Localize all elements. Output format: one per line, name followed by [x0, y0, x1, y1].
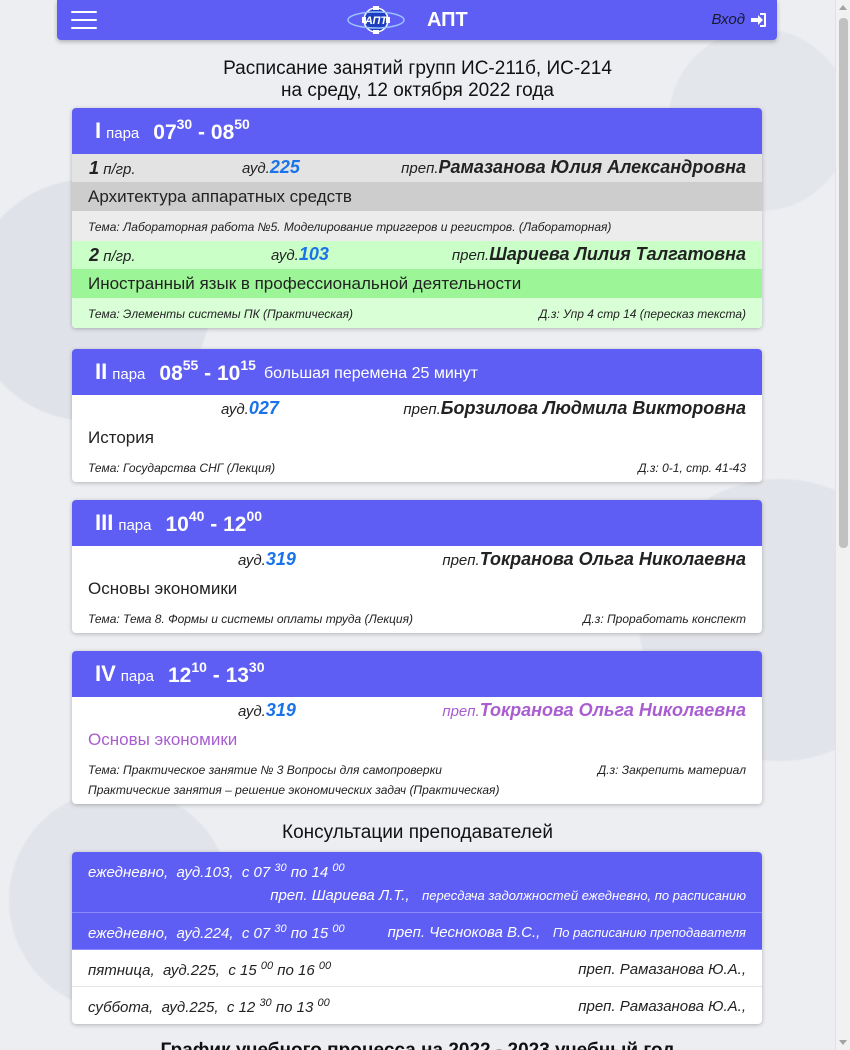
room-info: ауд.027 — [221, 398, 279, 418]
pair-number: I — [95, 118, 102, 143]
scroll-up-icon[interactable] — [839, 5, 847, 10]
room-info: ауд.103 — [271, 244, 329, 264]
schedule-process-title: График учебного процесса на 2022 - 2023 … — [0, 1040, 835, 1050]
pair-card-3: III пара 1040 - 1200 ауд.319 преп.Токран… — [72, 500, 762, 633]
teacher-info: преп.Борзилова Людмила Викторовна — [403, 398, 746, 418]
consultation-row: пятница, ауд.225, с 15 00 по 16 00 преп.… — [72, 950, 762, 987]
consultation-time: ежедневно, ауд.224, с 07 30 по 15 00 — [88, 923, 345, 942]
pair-number: IV — [95, 661, 116, 686]
pair-time: 0855 - 1015 — [159, 356, 256, 385]
topic-text: Тема: Государства СНГ (Лекция) — [88, 461, 276, 475]
homework-text: Д.з: Закрепить материал — [597, 763, 746, 777]
consultation-time: суббота, ауд.225, с 12 30 по 13 00 — [88, 997, 330, 1016]
teacher-info: преп.Токранова Ольга Николаевна — [442, 549, 746, 569]
room-link[interactable]: 103 — [299, 244, 329, 264]
schedule-date: на среду, 12 октября 2022 года — [281, 80, 554, 101]
subject-name: Иностранный язык в профессиональной деят… — [72, 269, 762, 298]
teacher-name[interactable]: Борзилова Людмила Викторовна — [441, 398, 746, 418]
scrollbar-thumb[interactable] — [839, 18, 848, 548]
pair-time: 1210 - 1330 — [167, 658, 265, 687]
topic-text: Тема: Элементы системы ПК (Практическая) — [88, 307, 354, 321]
homework-text: Д.з: Проработать конспект — [582, 612, 746, 626]
teacher-info: преп.Рамазанова Юлия Александровна — [401, 157, 746, 177]
pair-label: пара — [112, 365, 146, 383]
lesson-info-row: ауд.319 преп.Токранова Ольга Николаевна — [72, 546, 762, 574]
sign-in-icon — [751, 12, 766, 27]
room-link[interactable]: 027 — [249, 398, 279, 418]
subgroup-row: 2 п/гр. ауд.103 преп.Шариева Лилия Талга… — [72, 241, 762, 269]
pair-number: II — [95, 359, 108, 384]
logo-text: АПТ — [364, 15, 389, 27]
room-info: ауд.319 — [238, 549, 296, 569]
topic-row: Тема: Элементы системы ПК (Практическая)… — [72, 298, 762, 328]
teacher-name[interactable]: Токранова Ольга Николаевна — [480, 700, 746, 720]
pair-label: пара — [106, 124, 140, 142]
topic-row: Тема: Практическое занятие № 3 Вопросы д… — [72, 754, 762, 804]
topic-text: Тема: Лабораторная работа №5. Моделирова… — [88, 220, 612, 234]
pair-time: 1040 - 1200 — [165, 507, 263, 536]
room-link[interactable]: 319 — [266, 700, 296, 720]
consultation-teacher: преп. Чеснокова В.С., По расписанию преп… — [387, 924, 746, 941]
page-scrollbar[interactable] — [835, 0, 850, 1050]
consultation-row: суббота, ауд.225, с 12 30 по 13 00 преп.… — [72, 987, 762, 1024]
pair-number: III — [95, 510, 114, 535]
subject-name: История — [88, 428, 154, 447]
consultation-time: пятница, ауд.225, с 15 00 по 16 00 — [88, 960, 332, 979]
homework-text: Д.з: Упр 4 стр 14 (пересказ текста) — [539, 307, 746, 321]
homework-text: Д.з: 0-1, стр. 41-43 — [638, 461, 746, 475]
pair-card-2: II пара 0855 - 1015 большая перемена 25 … — [72, 349, 762, 482]
topic-row: Тема: Тема 8. Формы и системы оплаты тру… — [72, 603, 762, 633]
topic-row: Тема: Лабораторная работа №5. Моделирова… — [72, 211, 762, 241]
pair-card-4: IV пара 1210 - 1330 ауд.319 преп.Токрано… — [72, 651, 762, 804]
room-info: ауд.225 — [242, 157, 300, 177]
pair-header: III пара 1040 - 1200 — [72, 500, 762, 546]
teacher-name[interactable]: Шариева Лилия Талгатовна — [489, 244, 746, 264]
pair-label: пара — [118, 516, 152, 534]
consultations-title: Консультации преподавателей — [282, 822, 553, 843]
teacher-name[interactable]: Рамазанова Юлия Александровна — [439, 157, 746, 177]
apt-logo-icon[interactable]: АПТ — [347, 6, 405, 34]
subgroup-label: 2 п/гр. — [89, 245, 136, 265]
consultation-row: ежедневно, ауд.103, с 07 30 по 14 00 пре… — [72, 852, 762, 913]
room-info: ауд.319 — [238, 700, 296, 720]
pair-time: 0730 - 0850 — [153, 115, 250, 144]
login-label: Вход — [711, 11, 745, 28]
menu-burger-icon[interactable] — [71, 11, 97, 29]
lesson-info-row: ауд.027 преп.Борзилова Людмила Викторовн… — [72, 395, 762, 423]
teacher-name[interactable]: Токранова Ольга Николаевна — [480, 549, 746, 569]
pair-header: I пара 0730 - 0850 — [72, 108, 762, 154]
lesson-info-row: ауд.319 преп.Токранова Ольга Николаевна — [72, 697, 762, 725]
subject-name: Архитектура аппаратных средств — [72, 182, 762, 211]
schedule-title: Расписание занятий групп ИС-211б, ИС-214 — [223, 58, 612, 79]
consultation-teacher: преп. Рамазанова Ю.А., — [578, 961, 746, 978]
brand-title[interactable]: АПТ — [427, 9, 468, 32]
topic-text: Тема: Практическое занятие № 3 Вопросы д… — [88, 763, 442, 777]
teacher-info: преп.Токранова Ольга Николаевна — [442, 700, 746, 720]
pair-label: пара — [120, 667, 154, 685]
subgroup-label: 1 п/гр. — [89, 158, 136, 178]
break-note: большая перемена 25 минут — [263, 365, 478, 382]
pair-header: IV пара 1210 - 1330 — [72, 651, 762, 697]
consultations-table: ежедневно, ауд.103, с 07 30 по 14 00 пре… — [72, 852, 762, 1024]
subject-name: Основы экономики — [88, 730, 238, 749]
topic-row: Тема: Государства СНГ (Лекция) Д.з: 0-1,… — [72, 452, 762, 482]
consultation-teacher: преп. Рамазанова Ю.А., — [578, 998, 746, 1015]
top-navbar: АПТ АПТ Вход — [57, 0, 777, 40]
scroll-down-icon[interactable] — [839, 1040, 847, 1045]
consultation-row: ежедневно, ауд.224, с 07 30 по 15 00 пре… — [72, 913, 762, 950]
room-link[interactable]: 319 — [266, 549, 296, 569]
pair-card-1: I пара 0730 - 0850 1 п/гр. ауд.225 преп.… — [72, 108, 762, 328]
pair-header: II пара 0855 - 1015 большая перемена 25 … — [72, 349, 762, 395]
room-link[interactable]: 225 — [270, 157, 300, 177]
consultation-time: ежедневно, ауд.103, с 07 30 по 14 00 — [88, 862, 345, 881]
topic-text-line2: Практические занятия – решение экономиче… — [88, 783, 500, 797]
login-link[interactable]: Вход — [712, 11, 767, 28]
subgroup-row: 1 п/гр. ауд.225 преп.Рамазанова Юлия Але… — [72, 154, 762, 182]
topic-text: Тема: Тема 8. Формы и системы оплаты тру… — [88, 612, 413, 626]
teacher-info: преп.Шариева Лилия Талгатовна — [451, 244, 746, 264]
subject-name: Основы экономики — [88, 579, 238, 598]
consultation-teacher: преп. Шариева Л.Т., пересдача задолжност… — [270, 887, 746, 904]
